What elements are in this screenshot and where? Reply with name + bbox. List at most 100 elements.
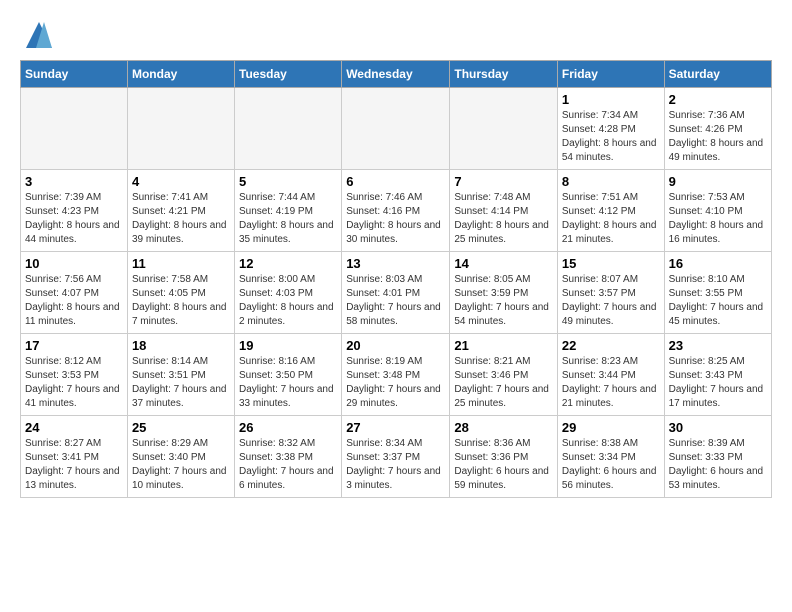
weekday-header-monday: Monday: [127, 61, 234, 88]
day-number: 9: [669, 174, 767, 189]
day-number: 5: [239, 174, 337, 189]
day-number: 12: [239, 256, 337, 271]
calendar-cell: 22 Sunrise: 8:23 AMSunset: 3:44 PMDaylig…: [557, 334, 664, 416]
day-number: 10: [25, 256, 123, 271]
day-detail: Sunrise: 7:56 AMSunset: 4:07 PMDaylight:…: [25, 273, 123, 329]
day-number: 7: [454, 174, 553, 189]
day-detail: Sunrise: 8:27 AMSunset: 3:41 PMDaylight:…: [25, 437, 123, 493]
weekday-header-saturday: Saturday: [664, 61, 771, 88]
day-detail: Sunrise: 7:51 AMSunset: 4:12 PMDaylight:…: [562, 191, 660, 247]
calendar-cell: [342, 88, 450, 170]
calendar-cell: 26 Sunrise: 8:32 AMSunset: 3:38 PMDaylig…: [235, 416, 342, 498]
day-detail: Sunrise: 8:19 AMSunset: 3:48 PMDaylight:…: [346, 355, 445, 411]
calendar-week-1: 1 Sunrise: 7:34 AMSunset: 4:28 PMDayligh…: [21, 88, 772, 170]
calendar-cell: 1 Sunrise: 7:34 AMSunset: 4:28 PMDayligh…: [557, 88, 664, 170]
day-number: 25: [132, 420, 230, 435]
day-detail: Sunrise: 8:16 AMSunset: 3:50 PMDaylight:…: [239, 355, 337, 411]
day-number: 17: [25, 338, 123, 353]
calendar-cell: 20 Sunrise: 8:19 AMSunset: 3:48 PMDaylig…: [342, 334, 450, 416]
day-number: 14: [454, 256, 553, 271]
day-number: 26: [239, 420, 337, 435]
day-number: 4: [132, 174, 230, 189]
calendar-week-5: 24 Sunrise: 8:27 AMSunset: 3:41 PMDaylig…: [21, 416, 772, 498]
day-detail: Sunrise: 8:00 AMSunset: 4:03 PMDaylight:…: [239, 273, 337, 329]
calendar-cell: 17 Sunrise: 8:12 AMSunset: 3:53 PMDaylig…: [21, 334, 128, 416]
weekday-header-wednesday: Wednesday: [342, 61, 450, 88]
calendar-table: SundayMondayTuesdayWednesdayThursdayFrid…: [20, 60, 772, 498]
calendar-cell: 18 Sunrise: 8:14 AMSunset: 3:51 PMDaylig…: [127, 334, 234, 416]
day-detail: Sunrise: 7:44 AMSunset: 4:19 PMDaylight:…: [239, 191, 337, 247]
day-detail: Sunrise: 8:32 AMSunset: 3:38 PMDaylight:…: [239, 437, 337, 493]
calendar-cell: 28 Sunrise: 8:36 AMSunset: 3:36 PMDaylig…: [450, 416, 558, 498]
calendar-cell: 16 Sunrise: 8:10 AMSunset: 3:55 PMDaylig…: [664, 252, 771, 334]
calendar-cell: 3 Sunrise: 7:39 AMSunset: 4:23 PMDayligh…: [21, 170, 128, 252]
day-number: 13: [346, 256, 445, 271]
calendar-cell: 2 Sunrise: 7:36 AMSunset: 4:26 PMDayligh…: [664, 88, 771, 170]
calendar-cell: [450, 88, 558, 170]
day-number: 23: [669, 338, 767, 353]
calendar-cell: 19 Sunrise: 8:16 AMSunset: 3:50 PMDaylig…: [235, 334, 342, 416]
day-number: 21: [454, 338, 553, 353]
calendar-cell: 8 Sunrise: 7:51 AMSunset: 4:12 PMDayligh…: [557, 170, 664, 252]
day-detail: Sunrise: 8:34 AMSunset: 3:37 PMDaylight:…: [346, 437, 445, 493]
day-number: 28: [454, 420, 553, 435]
day-number: 27: [346, 420, 445, 435]
day-detail: Sunrise: 8:38 AMSunset: 3:34 PMDaylight:…: [562, 437, 660, 493]
day-number: 3: [25, 174, 123, 189]
day-detail: Sunrise: 7:34 AMSunset: 4:28 PMDaylight:…: [562, 109, 660, 165]
logo-icon: [24, 20, 54, 50]
day-number: 29: [562, 420, 660, 435]
calendar-cell: 9 Sunrise: 7:53 AMSunset: 4:10 PMDayligh…: [664, 170, 771, 252]
calendar-cell: 7 Sunrise: 7:48 AMSunset: 4:14 PMDayligh…: [450, 170, 558, 252]
calendar-cell: 21 Sunrise: 8:21 AMSunset: 3:46 PMDaylig…: [450, 334, 558, 416]
weekday-header-sunday: Sunday: [21, 61, 128, 88]
calendar-cell: [235, 88, 342, 170]
day-number: 20: [346, 338, 445, 353]
calendar-cell: 24 Sunrise: 8:27 AMSunset: 3:41 PMDaylig…: [21, 416, 128, 498]
day-detail: Sunrise: 8:14 AMSunset: 3:51 PMDaylight:…: [132, 355, 230, 411]
day-detail: Sunrise: 8:03 AMSunset: 4:01 PMDaylight:…: [346, 273, 445, 329]
day-detail: Sunrise: 8:21 AMSunset: 3:46 PMDaylight:…: [454, 355, 553, 411]
page-header: [20, 20, 772, 50]
calendar-cell: 12 Sunrise: 8:00 AMSunset: 4:03 PMDaylig…: [235, 252, 342, 334]
day-detail: Sunrise: 7:58 AMSunset: 4:05 PMDaylight:…: [132, 273, 230, 329]
day-detail: Sunrise: 8:05 AMSunset: 3:59 PMDaylight:…: [454, 273, 553, 329]
calendar-cell: 14 Sunrise: 8:05 AMSunset: 3:59 PMDaylig…: [450, 252, 558, 334]
calendar-cell: [21, 88, 128, 170]
day-number: 19: [239, 338, 337, 353]
logo: [20, 20, 54, 50]
day-number: 6: [346, 174, 445, 189]
day-detail: Sunrise: 8:36 AMSunset: 3:36 PMDaylight:…: [454, 437, 553, 493]
day-detail: Sunrise: 8:29 AMSunset: 3:40 PMDaylight:…: [132, 437, 230, 493]
day-number: 22: [562, 338, 660, 353]
day-number: 8: [562, 174, 660, 189]
calendar-week-4: 17 Sunrise: 8:12 AMSunset: 3:53 PMDaylig…: [21, 334, 772, 416]
day-number: 16: [669, 256, 767, 271]
calendar-cell: 29 Sunrise: 8:38 AMSunset: 3:34 PMDaylig…: [557, 416, 664, 498]
day-detail: Sunrise: 7:41 AMSunset: 4:21 PMDaylight:…: [132, 191, 230, 247]
day-detail: Sunrise: 7:48 AMSunset: 4:14 PMDaylight:…: [454, 191, 553, 247]
calendar-cell: 23 Sunrise: 8:25 AMSunset: 3:43 PMDaylig…: [664, 334, 771, 416]
day-detail: Sunrise: 8:39 AMSunset: 3:33 PMDaylight:…: [669, 437, 767, 493]
calendar-week-2: 3 Sunrise: 7:39 AMSunset: 4:23 PMDayligh…: [21, 170, 772, 252]
day-number: 15: [562, 256, 660, 271]
day-number: 1: [562, 92, 660, 107]
weekday-header-tuesday: Tuesday: [235, 61, 342, 88]
calendar-cell: [127, 88, 234, 170]
calendar-cell: 27 Sunrise: 8:34 AMSunset: 3:37 PMDaylig…: [342, 416, 450, 498]
calendar-cell: 6 Sunrise: 7:46 AMSunset: 4:16 PMDayligh…: [342, 170, 450, 252]
day-detail: Sunrise: 8:07 AMSunset: 3:57 PMDaylight:…: [562, 273, 660, 329]
calendar-cell: 4 Sunrise: 7:41 AMSunset: 4:21 PMDayligh…: [127, 170, 234, 252]
day-number: 30: [669, 420, 767, 435]
day-number: 2: [669, 92, 767, 107]
calendar-cell: 15 Sunrise: 8:07 AMSunset: 3:57 PMDaylig…: [557, 252, 664, 334]
day-number: 11: [132, 256, 230, 271]
calendar-cell: 13 Sunrise: 8:03 AMSunset: 4:01 PMDaylig…: [342, 252, 450, 334]
calendar-cell: 25 Sunrise: 8:29 AMSunset: 3:40 PMDaylig…: [127, 416, 234, 498]
day-number: 24: [25, 420, 123, 435]
day-detail: Sunrise: 8:25 AMSunset: 3:43 PMDaylight:…: [669, 355, 767, 411]
calendar-cell: 5 Sunrise: 7:44 AMSunset: 4:19 PMDayligh…: [235, 170, 342, 252]
calendar-cell: 30 Sunrise: 8:39 AMSunset: 3:33 PMDaylig…: [664, 416, 771, 498]
day-number: 18: [132, 338, 230, 353]
day-detail: Sunrise: 7:53 AMSunset: 4:10 PMDaylight:…: [669, 191, 767, 247]
